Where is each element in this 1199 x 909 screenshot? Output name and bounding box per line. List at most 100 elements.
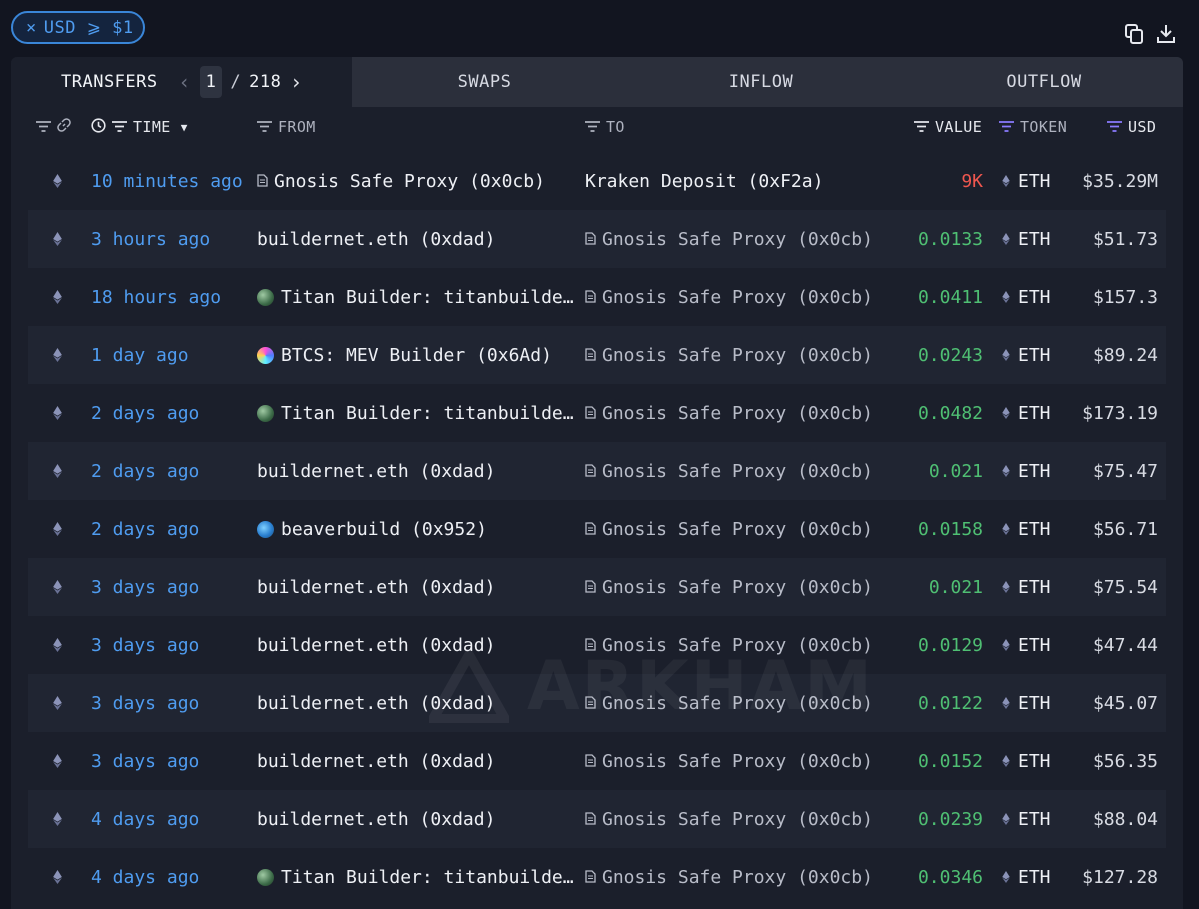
download-icon[interactable] [1157, 24, 1175, 44]
row-time[interactable]: 1 day ago [91, 326, 189, 384]
row-from[interactable]: buildernet.eth (0xdad) [257, 790, 495, 848]
usd-column-header[interactable]: USD [1107, 115, 1156, 139]
next-page-icon[interactable]: › [287, 70, 305, 94]
row-time[interactable]: 2 days ago [91, 384, 199, 442]
eth-chain-icon[interactable] [50, 674, 64, 732]
row-to[interactable]: Gnosis Safe Proxy (0x0cb) [585, 442, 873, 500]
row-time[interactable]: 2 days ago [91, 442, 199, 500]
row-time[interactable]: 18 hours ago [91, 268, 221, 326]
value-filter-icon[interactable] [914, 118, 929, 136]
tab-outflow[interactable]: OUTFLOW [905, 57, 1183, 107]
row-token[interactable]: ETH [1002, 384, 1051, 442]
tab-inflow[interactable]: INFLOW [617, 57, 905, 107]
to-filter-icon[interactable] [585, 118, 600, 136]
row-from[interactable]: BTCS: MEV Builder (0x6Ad) [257, 326, 552, 384]
eth-chain-icon[interactable] [50, 384, 64, 442]
usd-filter-chip[interactable]: × USD ⩾ $1 [11, 11, 145, 44]
row-time[interactable]: 4 days ago [91, 790, 199, 848]
table-row[interactable]: 3 days ago buildernet.eth (0xdad) Gnosis S… [28, 616, 1166, 674]
row-time[interactable]: 10 minutes ago [91, 152, 243, 210]
row-to[interactable]: Gnosis Safe Proxy (0x0cb) [585, 326, 873, 384]
row-token[interactable]: ETH [1002, 326, 1051, 384]
row-token[interactable]: ETH [1002, 210, 1051, 268]
row-to[interactable]: Gnosis Safe Proxy (0x0cb) [585, 674, 873, 732]
table-row[interactable]: 3 days ago buildernet.eth (0xdad) Gnosis S… [28, 674, 1166, 732]
row-token[interactable]: ETH [1002, 848, 1051, 906]
link-icon[interactable] [57, 118, 71, 136]
time-column-header[interactable]: TIME ▼ [91, 115, 188, 139]
eth-chain-icon[interactable] [50, 848, 64, 906]
table-row[interactable]: 4 days ago buildernet.eth (0xdad) Gnosis S… [28, 790, 1166, 848]
row-token[interactable]: ETH [1002, 790, 1051, 848]
row-from[interactable]: Gnosis Safe Proxy (0x0cb) [257, 152, 545, 210]
to-column-header[interactable]: TO [585, 115, 625, 139]
link-filter-header[interactable] [36, 115, 71, 139]
row-token[interactable]: ETH [1002, 732, 1051, 790]
row-time[interactable]: 4 days ago [91, 848, 199, 906]
row-from[interactable]: buildernet.eth (0xdad) [257, 442, 495, 500]
row-from[interactable]: buildernet.eth (0xdad) [257, 732, 495, 790]
row-time[interactable]: 2 days ago [91, 500, 199, 558]
table-row[interactable]: 3 days ago buildernet.eth (0xdad) Gnosis S… [28, 732, 1166, 790]
prev-page-icon[interactable]: ‹ [176, 70, 194, 94]
row-time[interactable]: 3 days ago [91, 732, 199, 790]
row-token[interactable]: ETH [1002, 500, 1051, 558]
token-column-header[interactable]: TOKEN [999, 115, 1067, 139]
eth-chain-icon[interactable] [50, 558, 64, 616]
row-to[interactable]: Gnosis Safe Proxy (0x0cb) [585, 384, 873, 442]
row-to[interactable]: Gnosis Safe Proxy (0x0cb) [585, 732, 873, 790]
value-column-header[interactable]: VALUE [914, 115, 982, 139]
copy-icon[interactable] [1125, 24, 1143, 44]
row-to[interactable]: Gnosis Safe Proxy (0x0cb) [585, 268, 873, 326]
row-token[interactable]: ETH [1002, 558, 1051, 616]
row-to[interactable]: Gnosis Safe Proxy (0x0cb) [585, 558, 873, 616]
row-from[interactable]: Titan Builder: titanbuilde… [257, 384, 574, 442]
row-token[interactable]: ETH [1002, 268, 1051, 326]
row-token[interactable]: ETH [1002, 442, 1051, 500]
row-from[interactable]: Titan Builder: titanbuilde… [257, 848, 574, 906]
row-time[interactable]: 3 days ago [91, 616, 199, 674]
row-time[interactable]: 3 hours ago [91, 210, 210, 268]
tab-transfers[interactable]: TRANSFERS ‹ 1 / 218 › [11, 57, 352, 107]
row-from[interactable]: beaverbuild (0x952) [257, 500, 487, 558]
from-filter-icon[interactable] [257, 118, 272, 136]
table-row[interactable]: 18 hours ago Titan Builder: titanbuilde… G… [28, 268, 1166, 326]
table-row[interactable]: 10 minutes ago Gnosis Safe Proxy (0x0cb) K… [28, 152, 1166, 210]
row-time[interactable]: 3 days ago [91, 674, 199, 732]
row-from[interactable]: buildernet.eth (0xdad) [257, 674, 495, 732]
row-time[interactable]: 3 days ago [91, 558, 199, 616]
row-to[interactable]: Gnosis Safe Proxy (0x0cb) [585, 210, 873, 268]
eth-chain-icon[interactable] [50, 790, 64, 848]
token-filter-icon[interactable] [999, 118, 1014, 136]
table-row[interactable]: 1 day ago BTCS: MEV Builder (0x6Ad) Gnosis… [28, 326, 1166, 384]
clock-icon[interactable] [91, 117, 106, 137]
row-to[interactable]: Gnosis Safe Proxy (0x0cb) [585, 500, 873, 558]
row-token[interactable]: ETH [1002, 152, 1051, 210]
remove-filter-icon[interactable]: × [26, 18, 37, 38]
eth-chain-icon[interactable] [50, 616, 64, 674]
eth-chain-icon[interactable] [50, 442, 64, 500]
table-row[interactable]: 3 days ago buildernet.eth (0xdad) Gnosis S… [28, 558, 1166, 616]
table-row[interactable]: 3 hours ago buildernet.eth (0xdad) Gnosis … [28, 210, 1166, 268]
eth-chain-icon[interactable] [50, 210, 64, 268]
table-row[interactable]: 2 days ago Titan Builder: titanbuilde… Gno… [28, 384, 1166, 442]
eth-chain-icon[interactable] [50, 326, 64, 384]
row-to[interactable]: Gnosis Safe Proxy (0x0cb) [585, 848, 873, 906]
row-to[interactable]: Gnosis Safe Proxy (0x0cb) [585, 616, 873, 674]
row-from[interactable]: buildernet.eth (0xdad) [257, 616, 495, 674]
usd-filter-icon[interactable] [1107, 118, 1122, 136]
filter-icon[interactable] [36, 118, 51, 136]
eth-chain-icon[interactable] [50, 268, 64, 326]
table-row[interactable]: 2 days ago beaverbuild (0x952) Gnosis Safe… [28, 500, 1166, 558]
row-from[interactable]: buildernet.eth (0xdad) [257, 210, 495, 268]
row-to[interactable]: Gnosis Safe Proxy (0x0cb) [585, 790, 873, 848]
eth-chain-icon[interactable] [50, 500, 64, 558]
row-from[interactable]: Titan Builder: titanbuilde… [257, 268, 574, 326]
row-to[interactable]: Kraken Deposit (0xF2a) [585, 152, 823, 210]
time-filter-icon[interactable] [112, 118, 127, 136]
table-row[interactable]: 2 days ago buildernet.eth (0xdad) Gnosis S… [28, 442, 1166, 500]
sort-desc-icon[interactable]: ▼ [181, 121, 188, 134]
table-row[interactable]: 4 days ago Titan Builder: titanbuilde… Gno… [28, 848, 1166, 906]
row-token[interactable]: ETH [1002, 616, 1051, 674]
current-page[interactable]: 1 [199, 66, 223, 98]
